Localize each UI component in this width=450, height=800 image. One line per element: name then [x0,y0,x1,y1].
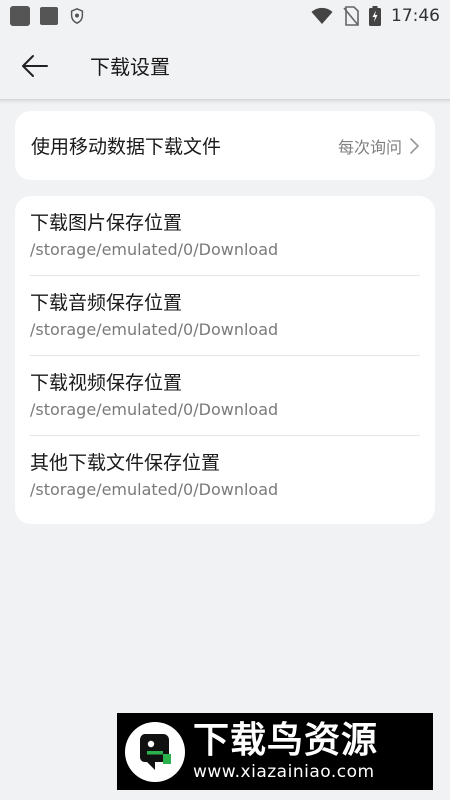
list-item-path: /storage/emulated/0/Download [30,319,279,339]
list-item-video-location[interactable]: 下载视频保存位置 /storage/emulated/0/Download [30,356,420,436]
watermark-url: www.xiazainiao.com [193,761,375,782]
app-square-icon [40,7,58,25]
list-item-image-location[interactable]: 下载图片保存位置 /storage/emulated/0/Download [30,196,420,276]
watermark-brand: 下载鸟资源 [193,719,379,761]
watermark-text: 下载鸟资源 www.xiazainiao.com [193,719,379,783]
no-sim-icon [343,6,359,26]
app-square-icon [10,6,30,26]
status-time: 17:46 [391,6,440,26]
status-bar-left [10,6,86,26]
mobile-data-value: 每次询问 [338,134,419,158]
mobile-data-value-text: 每次询问 [337,137,402,157]
list-item-title: 下载音频保存位置 [30,291,183,314]
watermark-banner: 下载鸟资源 www.xiazainiao.com [117,713,433,790]
chevron-right-icon [410,137,419,154]
save-location-list: 下载图片保存位置 /storage/emulated/0/Download 下载… [15,196,435,524]
wifi-icon [311,7,333,24]
status-bar: 17:46 [0,0,450,32]
shield-icon [70,8,84,24]
battery-charging-icon [369,6,381,26]
status-bar-right: 17:46 [311,6,440,26]
list-item-title: 下载图片保存位置 [30,211,183,234]
list-item-title: 其他下载文件保存位置 [30,452,221,474]
mobile-data-label: 使用移动数据下载文件 [31,136,222,158]
mobile-data-download-row[interactable]: 使用移动数据下载文件 每次询问 [15,111,435,180]
list-item-other-location[interactable]: 其他下载文件保存位置 /storage/emulated/0/Download [30,436,420,516]
arrow-left-icon [22,54,48,77]
page-title: 下载设置 [90,55,170,79]
toolbar: 下载设置 [0,32,450,104]
back-button[interactable] [0,32,70,100]
bird-logo-icon [125,721,185,782]
list-item-path: /storage/emulated/0/Download [30,399,279,419]
list-item-title: 下载视频保存位置 [30,371,183,394]
list-item-path: /storage/emulated/0/Download [30,480,279,499]
list-item-audio-location[interactable]: 下载音频保存位置 /storage/emulated/0/Download [30,276,420,356]
list-item-path: /storage/emulated/0/Download [30,239,279,259]
